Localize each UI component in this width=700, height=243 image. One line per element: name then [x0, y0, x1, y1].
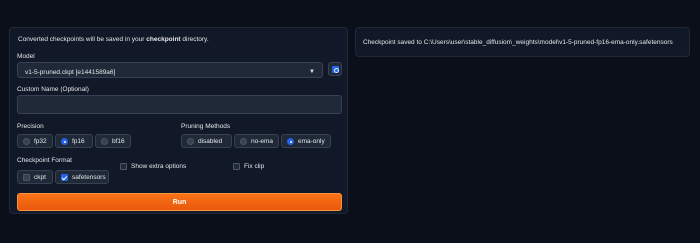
format-option-safetensors[interactable]: safetensors — [55, 170, 109, 184]
output-message: Checkpoint saved to C:\Users\user\stable… — [363, 39, 673, 46]
precision-option-label: fp32 — [34, 138, 47, 145]
pruning-option-no-ema[interactable]: no-ema — [234, 134, 279, 148]
format-option-label: safetensors — [72, 174, 106, 181]
precision-option-fp32[interactable]: fp32 — [17, 134, 53, 148]
radio-icon — [101, 138, 108, 145]
info-suffix: directory. — [180, 36, 209, 43]
show-extra-options-checkbox[interactable]: Show extra options — [120, 162, 190, 172]
info-text: Converted checkpoints will be saved in y… — [18, 36, 209, 43]
refresh-icon — [332, 66, 339, 73]
radio-icon — [240, 138, 247, 145]
model-selected-value: v1-5-pruned.ckpt [e1441589a6] — [25, 69, 116, 76]
precision-option-label: bf16 — [112, 138, 125, 145]
format-option-label: ckpt — [34, 174, 46, 181]
pruning-option-ema-only[interactable]: ema-only — [281, 134, 331, 148]
pruning-option-disabled[interactable]: disabled — [181, 134, 232, 148]
run-button-label: Run — [172, 199, 187, 206]
radio-icon — [187, 138, 194, 145]
checkbox-icon — [233, 163, 240, 170]
checkbox-icon — [23, 174, 30, 181]
fix-clip-label: Fix clip — [244, 163, 265, 170]
info-bold: checkpoint — [146, 36, 181, 43]
custom-name-label: Custom Name (Optional) — [17, 86, 89, 93]
pruning-option-label: disabled — [198, 138, 223, 145]
show-extra-options-label: Show extra options — [131, 163, 187, 170]
precision-option-label: fp16 — [72, 138, 85, 145]
pruning-label: Pruning Methods — [181, 123, 231, 130]
precision-option-fp16[interactable]: fp16 — [55, 134, 93, 148]
radio-checked-icon — [287, 138, 294, 145]
pruning-option-label: no-ema — [251, 138, 274, 145]
precision-label: Precision — [17, 123, 44, 130]
info-prefix: Converted checkpoints will be saved in y… — [18, 36, 147, 43]
radio-checked-icon — [61, 138, 68, 145]
radio-icon — [23, 138, 30, 145]
run-button[interactable]: Run — [17, 193, 342, 211]
output-panel: Checkpoint saved to C:\Users\user\stable… — [355, 27, 690, 57]
chevron-down-icon: ▼ — [309, 69, 315, 75]
converter-panel: Converted checkpoints will be saved in y… — [9, 27, 348, 214]
checkpoint-format-label: Checkpoint Format — [17, 157, 72, 164]
fix-clip-checkbox[interactable]: Fix clip — [233, 162, 273, 172]
model-select[interactable]: v1-5-pruned.ckpt [e1441589a6] ▼ — [17, 62, 323, 78]
pruning-option-label: ema-only — [298, 138, 325, 145]
refresh-models-button[interactable] — [328, 62, 342, 76]
precision-option-bf16[interactable]: bf16 — [95, 134, 131, 148]
model-label: Model — [17, 53, 35, 60]
checkbox-checked-icon — [61, 174, 68, 181]
checkbox-icon — [120, 163, 127, 170]
custom-name-input[interactable] — [17, 95, 342, 114]
format-option-ckpt[interactable]: ckpt — [17, 170, 53, 184]
